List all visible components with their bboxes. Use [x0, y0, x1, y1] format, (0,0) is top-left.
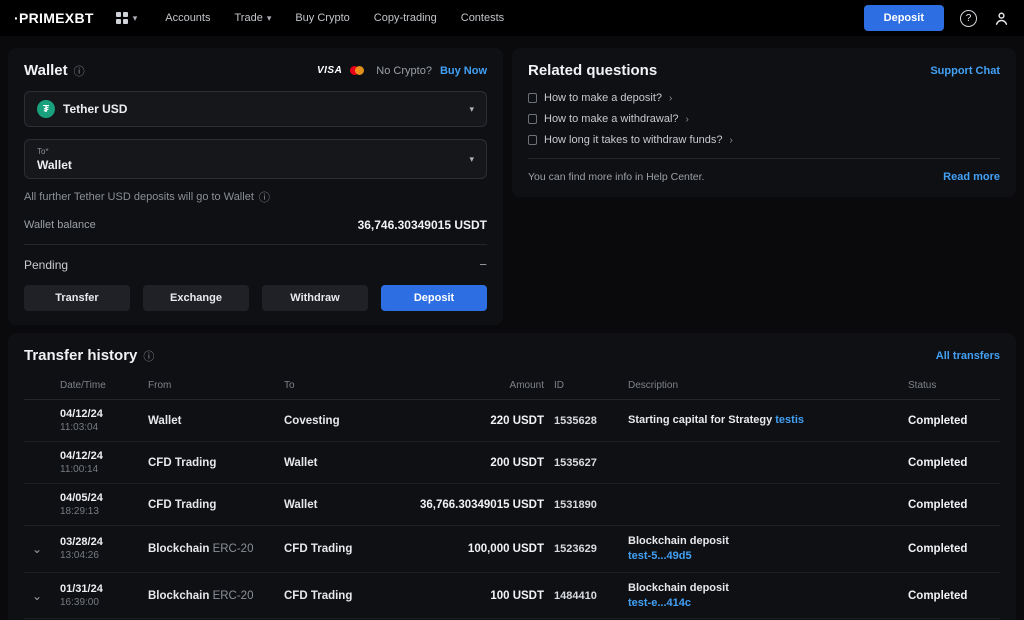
info-icon[interactable]: ⓘ — [143, 348, 154, 364]
nav-deposit-button[interactable]: Deposit — [864, 5, 944, 31]
collapse-icon[interactable]: − — [479, 257, 487, 272]
col-status: Status — [908, 380, 1000, 391]
mastercard-logo — [350, 66, 364, 75]
table-row: ⌄ 01/31/2416:39:00 Blockchain ERC-20 CFD… — [24, 573, 1000, 620]
destination-select-value: Wallet — [37, 158, 469, 172]
wallet-balance-row: Wallet balance 36,746.30349015 USDT — [24, 218, 487, 232]
status-badge: Completed — [908, 543, 1000, 555]
table-row: 04/12/2411:03:04 Wallet Covesting 220 US… — [24, 400, 1000, 442]
deposit-note: All further Tether USD deposits will go … — [24, 189, 487, 205]
nav-item-trade[interactable]: Trade▾ — [234, 12, 271, 24]
wallet-title: Wallet ⓘ — [24, 62, 85, 79]
nav-right: Deposit ? — [864, 5, 1010, 31]
apps-grid-icon — [116, 12, 128, 24]
col-amount: Amount — [394, 380, 544, 391]
info-icon[interactable]: ⓘ — [74, 63, 85, 79]
exchange-button[interactable]: Exchange — [143, 285, 249, 311]
caret-down-icon: ▾ — [469, 154, 474, 165]
col-datetime: Date/Time — [60, 380, 138, 391]
wallet-actions: Transfer Exchange Withdraw Deposit — [24, 285, 487, 311]
document-icon — [528, 93, 537, 103]
table-row: 04/05/2418:29:13 CFD Trading Wallet 36,7… — [24, 484, 1000, 526]
question-item[interactable]: How to make a withdrawal? › — [528, 113, 1000, 125]
chevron-right-icon: › — [669, 93, 672, 104]
question-item[interactable]: How long it takes to withdraw funds? › — [528, 134, 1000, 146]
col-description: Description — [628, 380, 898, 391]
support-chat-link[interactable]: Support Chat — [930, 65, 1000, 77]
wallet-balance-value: 36,746.30349015 USDT — [358, 218, 487, 232]
all-transfers-link[interactable]: All transfers — [936, 350, 1000, 362]
nav-items: Accounts Trade▾ Buy Crypto Copy-trading … — [165, 12, 845, 24]
expand-chevron-icon[interactable]: ⌄ — [24, 543, 50, 555]
wallet-balance-label: Wallet balance — [24, 219, 96, 231]
strategy-link[interactable]: testis — [775, 414, 804, 426]
buy-now-link[interactable]: Buy Now — [440, 65, 487, 77]
table-row: 04/12/2411:00:14 CFD Trading Wallet 200 … — [24, 442, 1000, 484]
pending-label: Pending — [24, 258, 68, 272]
status-badge: Completed — [908, 457, 1000, 469]
col-to: To — [284, 380, 384, 391]
caret-down-icon: ▾ — [133, 13, 138, 24]
document-icon — [528, 114, 537, 124]
caret-down-icon: ▾ — [469, 104, 474, 115]
related-questions-card: Related questions Support Chat How to ma… — [512, 48, 1016, 197]
nav-item-buy-crypto[interactable]: Buy Crypto — [295, 12, 349, 24]
status-badge: Completed — [908, 415, 1000, 427]
read-more-link[interactable]: Read more — [943, 171, 1000, 183]
visa-logo: VISA — [317, 65, 342, 76]
nav-item-accounts[interactable]: Accounts — [165, 12, 210, 24]
apps-menu[interactable]: ▾ — [116, 12, 138, 24]
nav-item-copy-trading[interactable]: Copy-trading — [374, 12, 437, 24]
destination-select[interactable]: To* Wallet ▾ — [24, 139, 487, 179]
no-crypto-label: No Crypto? — [376, 65, 432, 77]
transfer-history-title: Transfer history ⓘ — [24, 347, 154, 364]
tether-icon: ₮ — [37, 100, 55, 118]
top-navigation: ·PRIMEXBT ▾ Accounts Trade▾ Buy Crypto C… — [0, 0, 1024, 36]
related-questions-title: Related questions — [528, 62, 657, 79]
caret-down-icon: ▾ — [267, 13, 272, 24]
tx-hash-link[interactable]: test-e...414c — [628, 596, 898, 611]
help-icon[interactable]: ? — [960, 10, 977, 27]
question-item[interactable]: How to make a deposit? › — [528, 92, 1000, 104]
nav-item-contests[interactable]: Contests — [461, 12, 504, 24]
chevron-right-icon: › — [730, 135, 733, 146]
table-row: ⌄ 03/28/2413:04:26 Blockchain ERC-20 CFD… — [24, 526, 1000, 573]
col-id: ID — [554, 380, 618, 391]
table-header-row: Date/Time From To Amount ID Description … — [24, 370, 1000, 400]
transfer-button[interactable]: Transfer — [24, 285, 130, 311]
wallet-card: Wallet ⓘ VISA No Crypto? Buy Now ₮ Tethe… — [8, 48, 503, 325]
primexbt-logo[interactable]: ·PRIMEXBT — [14, 10, 94, 26]
transfer-history-card: Transfer history ⓘ All transfers Date/Ti… — [8, 333, 1016, 620]
divider — [24, 244, 487, 245]
destination-select-label: To* — [37, 147, 469, 156]
transfer-history-table: Date/Time From To Amount ID Description … — [24, 370, 1000, 619]
col-from: From — [148, 380, 274, 391]
page-content: Wallet ⓘ VISA No Crypto? Buy Now ₮ Tethe… — [0, 36, 1024, 620]
expand-chevron-icon[interactable]: ⌄ — [24, 590, 50, 602]
withdraw-button[interactable]: Withdraw — [262, 285, 368, 311]
currency-select-value: Tether USD — [63, 102, 469, 116]
deposit-button[interactable]: Deposit — [381, 285, 487, 311]
pending-section: Pending − — [24, 257, 487, 272]
help-center-note: You can find more info in Help Center. — [528, 171, 704, 183]
divider — [528, 158, 1000, 159]
chevron-right-icon: › — [686, 114, 689, 125]
info-icon[interactable]: ⓘ — [259, 189, 270, 205]
tx-hash-link[interactable]: test-5...49d5 — [628, 549, 898, 564]
document-icon — [528, 135, 537, 145]
currency-select[interactable]: ₮ Tether USD ▾ — [24, 91, 487, 127]
status-badge: Completed — [908, 590, 1000, 602]
status-badge: Completed — [908, 499, 1000, 511]
user-icon[interactable] — [993, 10, 1010, 27]
questions-list: How to make a deposit? › How to make a w… — [528, 92, 1000, 146]
